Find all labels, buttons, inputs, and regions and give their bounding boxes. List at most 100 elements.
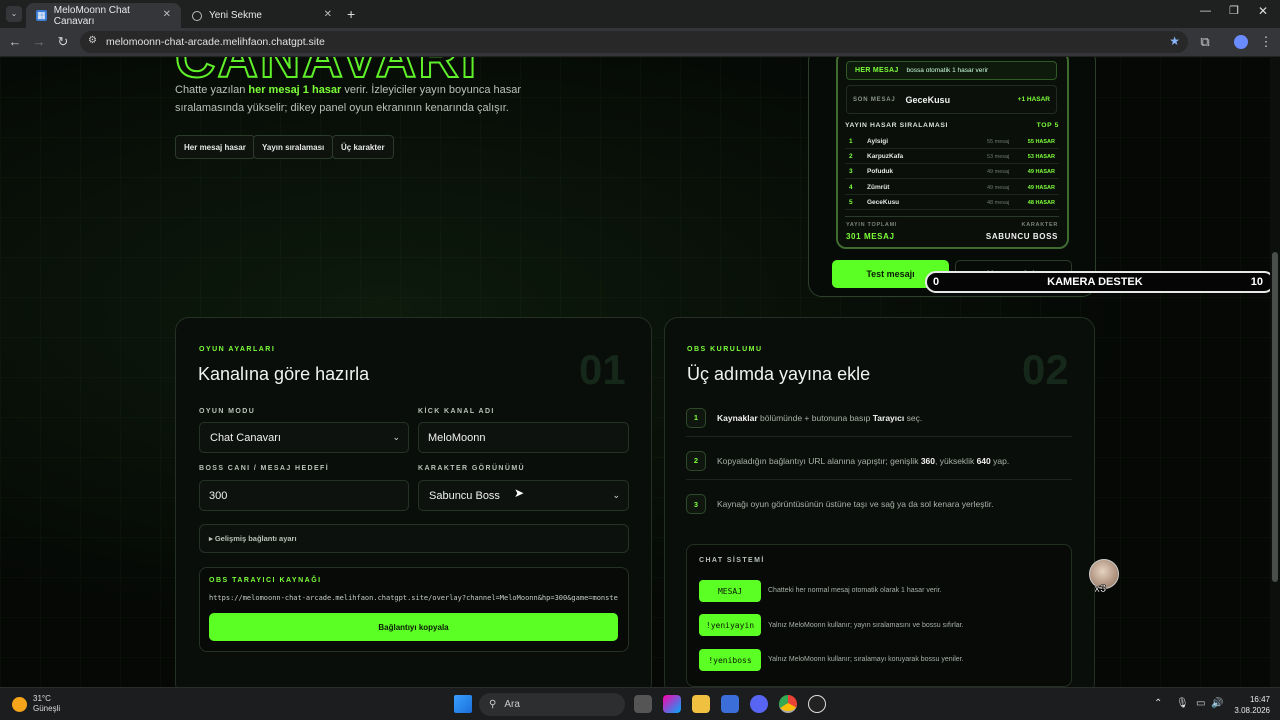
rank-damage: 55 HASAR: [1027, 138, 1055, 145]
tray-chevron-icon[interactable]: ⌃: [1154, 698, 1162, 709]
minimize-button[interactable]: —: [1200, 5, 1211, 17]
her-mesaj-label: HER MESAJ: [855, 67, 899, 74]
obs-icon[interactable]: [808, 695, 826, 713]
rank-number: 2: [849, 153, 853, 160]
temperature: 31°C: [33, 694, 51, 703]
channel-input[interactable]: MeloMoonn: [418, 422, 629, 453]
advanced-settings-toggle[interactable]: ▸ Gelişmiş bağlantı ayarı: [199, 524, 629, 553]
tab-title: MeloMoonn Chat Canavarı: [53, 4, 130, 27]
rank-name: KarpuzKafa: [867, 153, 904, 160]
mode-select[interactable]: Chat Canavarı ⌄: [199, 422, 409, 453]
hp-input[interactable]: 300: [199, 480, 409, 511]
rank-messages: 49 mesaj: [987, 184, 1010, 191]
copilot-icon[interactable]: [663, 695, 681, 713]
rank-title: YAYIN HASAR SIRALAMASI: [845, 122, 948, 129]
site-info-icon[interactable]: ⚙: [88, 35, 97, 46]
volume-icon[interactable]: 🔊: [1211, 698, 1223, 709]
windows-start-icon[interactable]: [454, 695, 472, 713]
close-tab-icon[interactable]: ✕: [163, 9, 171, 20]
clock[interactable]: 16:47 3.08.2026: [1225, 694, 1270, 716]
forward-icon[interactable]: →: [31, 34, 47, 50]
total-value: 301 MESAJ: [846, 232, 895, 241]
rank-number: 5: [849, 199, 853, 206]
tab-list-button[interactable]: ⌄: [6, 6, 22, 22]
profile-avatar[interactable]: [1234, 35, 1248, 49]
chrome-icon[interactable]: [779, 695, 797, 713]
pill-uc-karakter: Üç karakter: [332, 135, 394, 159]
extensions-icon[interactable]: ⧉: [1197, 34, 1213, 50]
mouse-cursor-icon: ➤: [514, 486, 525, 500]
desc-bold: her mesaj 1 hasar: [248, 84, 342, 96]
rank-row: 4 Zümrüt 49 mesaj 49 HASAR: [845, 181, 1059, 195]
channel-value: MeloMoonn: [428, 431, 486, 444]
scrollbar-thumb[interactable]: [1272, 252, 1278, 582]
close-window-button[interactable]: ✕: [1258, 4, 1268, 18]
step-part: , yükseklik: [935, 455, 977, 466]
command-badge: !yeniyayin: [699, 614, 761, 636]
display-icon[interactable]: ▭: [1196, 698, 1205, 709]
microphone-icon[interactable]: 🎙: [1176, 698, 1189, 709]
new-tab-button[interactable]: +: [347, 6, 355, 22]
sun-icon: [12, 696, 27, 712]
scrollbar[interactable]: [1270, 57, 1280, 687]
address-bar[interactable]: ⚙ melomoonn-chat-arcade.melihfaon.chatgp…: [80, 31, 1188, 53]
divider: [845, 216, 1059, 217]
discord-icon[interactable]: [750, 695, 768, 713]
channel-label: KİCK KANAL ADI: [418, 408, 495, 415]
desc-text: Chatte yazılan: [175, 84, 249, 96]
char-label: KARAKTER: [1021, 222, 1058, 228]
rank-name: Zümrüt: [867, 184, 890, 191]
camera-overlay-bar: 0 KAMERA DESTEK 10: [925, 271, 1275, 293]
task-view-icon[interactable]: [634, 695, 652, 713]
tab-title: Yeni Sekme: [209, 10, 262, 21]
obs-step: 2 Kopyaladığın bağlantıyı URL alanına yap…: [686, 442, 1072, 480]
character-label: KARAKTER GÖRÜNÜMÜ: [418, 465, 526, 472]
menu-icon[interactable]: ⋮: [1258, 34, 1274, 50]
step-part: yap.: [990, 455, 1010, 466]
her-mesaj-row: HER MESAJ bossa otomatik 1 hasar verir: [846, 61, 1057, 80]
weather-condition: Güneşli: [33, 704, 61, 713]
step-bold: 360: [920, 455, 935, 466]
rank-damage: 48 HASAR: [1027, 199, 1055, 206]
total-label: YAYIN TOPLAMI: [846, 222, 898, 228]
step-text: Kaynaklar bölümünde + butonuna basıp Tar…: [717, 413, 922, 423]
step-part: bölümünde + butonuna basıp: [757, 412, 873, 423]
step-text: Kaynağı oyun görüntüsünün üstüne taşı ve…: [717, 499, 994, 509]
maximize-button[interactable]: ❐: [1229, 4, 1239, 17]
reload-icon[interactable]: ↻: [55, 34, 71, 50]
pill-yayin-siralamasi: Yayın sıralaması: [253, 135, 334, 159]
settings-number: 01: [579, 346, 626, 393]
copy-link-button[interactable]: Bağlantıyı kopyala: [209, 613, 618, 641]
rank-name: Pofuduk: [867, 168, 893, 175]
hero-description: Chatte yazılan her mesaj 1 hasar verir. …: [175, 81, 555, 117]
obs-url-field[interactable]: https://melomoonn-chat-arcade.melihfaon.…: [209, 594, 619, 602]
browser-toolbar: ← → ↻ ⚙ melomoonn-chat-arcade.melihfaon.…: [0, 28, 1280, 57]
taskbar-search[interactable]: ⚲ Ara: [479, 693, 625, 716]
tab-melomoonn[interactable]: ▦ MeloMoonn Chat Canavarı ✕: [26, 3, 181, 28]
rank-damage: 53 HASAR: [1027, 153, 1055, 160]
rank-header: YAYIN HASAR SIRALAMASI TOP 5: [845, 122, 1059, 129]
rank-name: Aylsigi: [867, 138, 889, 145]
settings-kicker: OYUN AYARLARI: [199, 346, 276, 353]
chevron-down-icon: ⌄: [612, 490, 620, 500]
file-explorer-icon[interactable]: [692, 695, 710, 713]
pill-her-mesaj: Her mesaj hasar: [175, 135, 255, 159]
back-icon[interactable]: ←: [7, 34, 23, 50]
store-icon[interactable]: [721, 695, 739, 713]
rank-row: 2 KarpuzKafa 53 mesaj 53 HASAR: [845, 150, 1059, 164]
tab-new[interactable]: Yeni Sekme ✕: [182, 3, 342, 28]
close-tab-icon[interactable]: ✕: [324, 9, 332, 20]
bookmark-star-icon[interactable]: ★: [1169, 34, 1180, 48]
rank-damage: 49 HASAR: [1027, 184, 1055, 191]
rank-row: 5 GeceKusu 48 mesaj 48 HASAR: [845, 196, 1059, 210]
step-bold: Kaynaklar: [717, 412, 758, 423]
obs-step: 3 Kaynağı oyun görüntüsünün üstüne taşı v…: [686, 485, 1072, 523]
camera-left-value: 0: [933, 276, 940, 288]
date: 3.08.2026: [1234, 706, 1270, 715]
rank-number: 4: [849, 184, 853, 191]
weather-widget[interactable]: 31°C Güneşli: [12, 694, 60, 714]
command-desc: Yalnız MeloMoonn kullanır; yayın sıralam…: [768, 622, 964, 629]
page-content: CANAVARI Chatte yazılan her mesaj 1 hasa…: [0, 57, 1280, 687]
command-badge: !yeniboss: [699, 649, 761, 671]
step-number: 1: [686, 407, 706, 428]
